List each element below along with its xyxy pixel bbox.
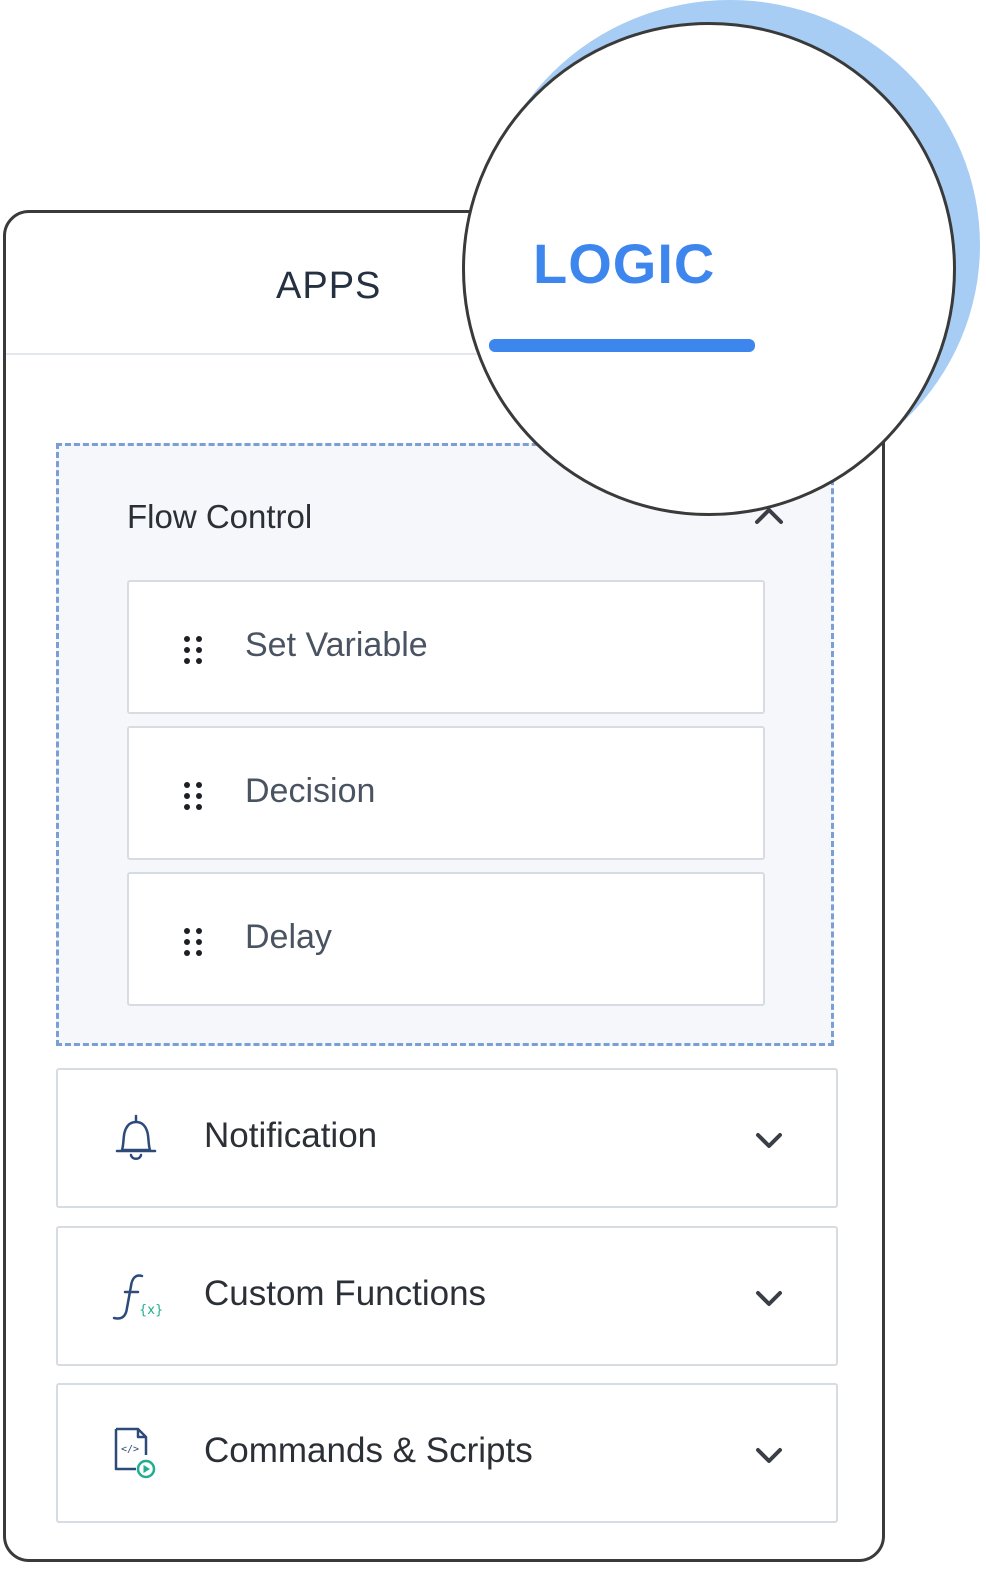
svg-text:{x}: {x} xyxy=(139,1303,163,1318)
function-icon: {x} xyxy=(112,1274,163,1320)
tab-logic-label: LOGIC xyxy=(533,232,716,295)
svg-text:</>: </> xyxy=(121,1444,139,1455)
flow-item-label: Delay xyxy=(245,918,332,956)
script-file-icon: </> xyxy=(114,1427,156,1479)
flow-item-label: Set Variable xyxy=(245,626,428,664)
flow-item-label: Decision xyxy=(245,772,376,810)
category-label: Custom Functions xyxy=(204,1274,487,1313)
chevron-down-icon[interactable] xyxy=(752,1440,786,1470)
flow-control-group: Flow Control Set Variable Decision Delay xyxy=(56,443,834,1046)
flow-control-title[interactable]: Flow Control xyxy=(127,498,312,536)
tab-logic-magnified[interactable]: LOGIC xyxy=(462,22,956,516)
tab-apps[interactable]: APPS xyxy=(276,265,381,308)
chevron-down-icon[interactable] xyxy=(752,1283,786,1313)
category-notification[interactable]: Notification xyxy=(56,1068,838,1208)
category-custom-functions[interactable]: {x} Custom Functions xyxy=(56,1226,838,1366)
flow-item-delay[interactable]: Delay xyxy=(127,872,765,1006)
flow-item-set-variable[interactable]: Set Variable xyxy=(127,580,765,714)
drag-handle-icon[interactable] xyxy=(183,927,205,957)
drag-handle-icon[interactable] xyxy=(183,781,205,811)
category-label: Notification xyxy=(204,1116,378,1155)
active-tab-indicator xyxy=(489,339,755,352)
bell-icon xyxy=(115,1114,157,1160)
category-label: Commands & Scripts xyxy=(204,1431,533,1470)
chevron-down-icon[interactable] xyxy=(752,1125,786,1155)
drag-handle-icon[interactable] xyxy=(183,635,205,665)
flow-item-decision[interactable]: Decision xyxy=(127,726,765,860)
category-commands-scripts[interactable]: </> Commands & Scripts xyxy=(56,1383,838,1523)
